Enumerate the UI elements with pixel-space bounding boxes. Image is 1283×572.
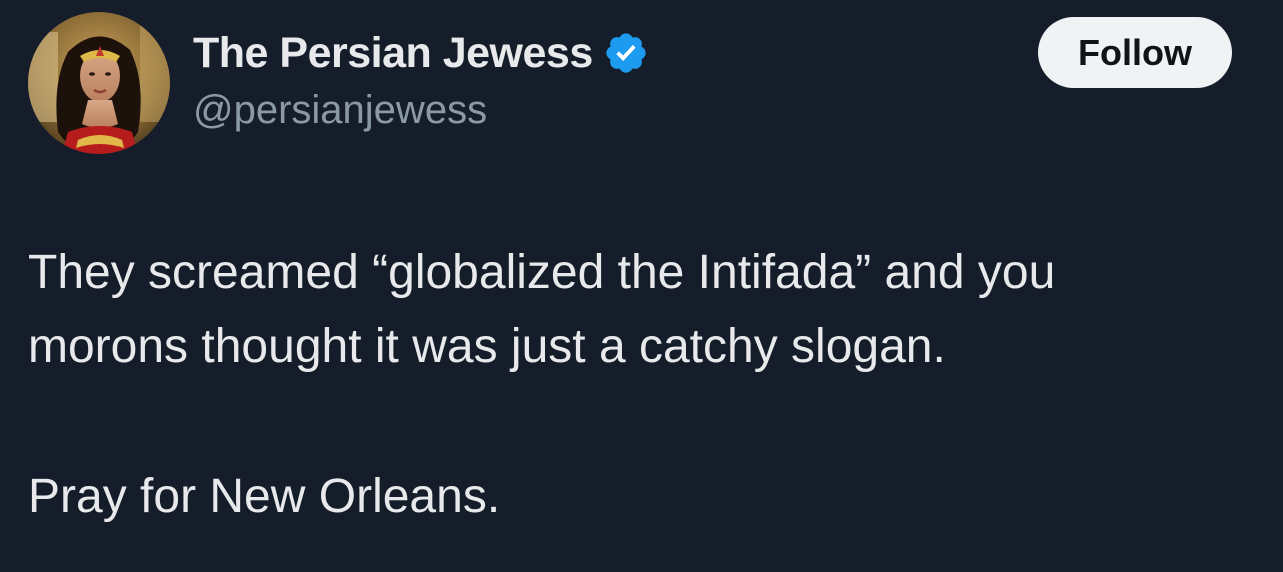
tweet-text: They screamed “globalized the Intifada” …: [28, 236, 1258, 534]
display-name[interactable]: The Persian Jewess: [193, 29, 593, 78]
follow-button[interactable]: Follow: [1038, 17, 1232, 88]
user-handle[interactable]: @persianjewess: [193, 88, 487, 133]
avatar[interactable]: [28, 12, 170, 154]
name-row: The Persian Jewess: [193, 26, 649, 80]
verified-badge-icon[interactable]: [603, 30, 649, 76]
profile-photo-icon: [28, 12, 170, 154]
tweet-text-line: Pray for New Orleans.: [28, 470, 501, 523]
tweet-text-line: They screamed “globalized the Intifada” …: [28, 246, 1056, 299]
tweet-card: The Persian Jewess @persianjewess Follow…: [0, 0, 1283, 572]
tweet-text-line: morons thought it was just a catchy slog…: [28, 320, 946, 373]
